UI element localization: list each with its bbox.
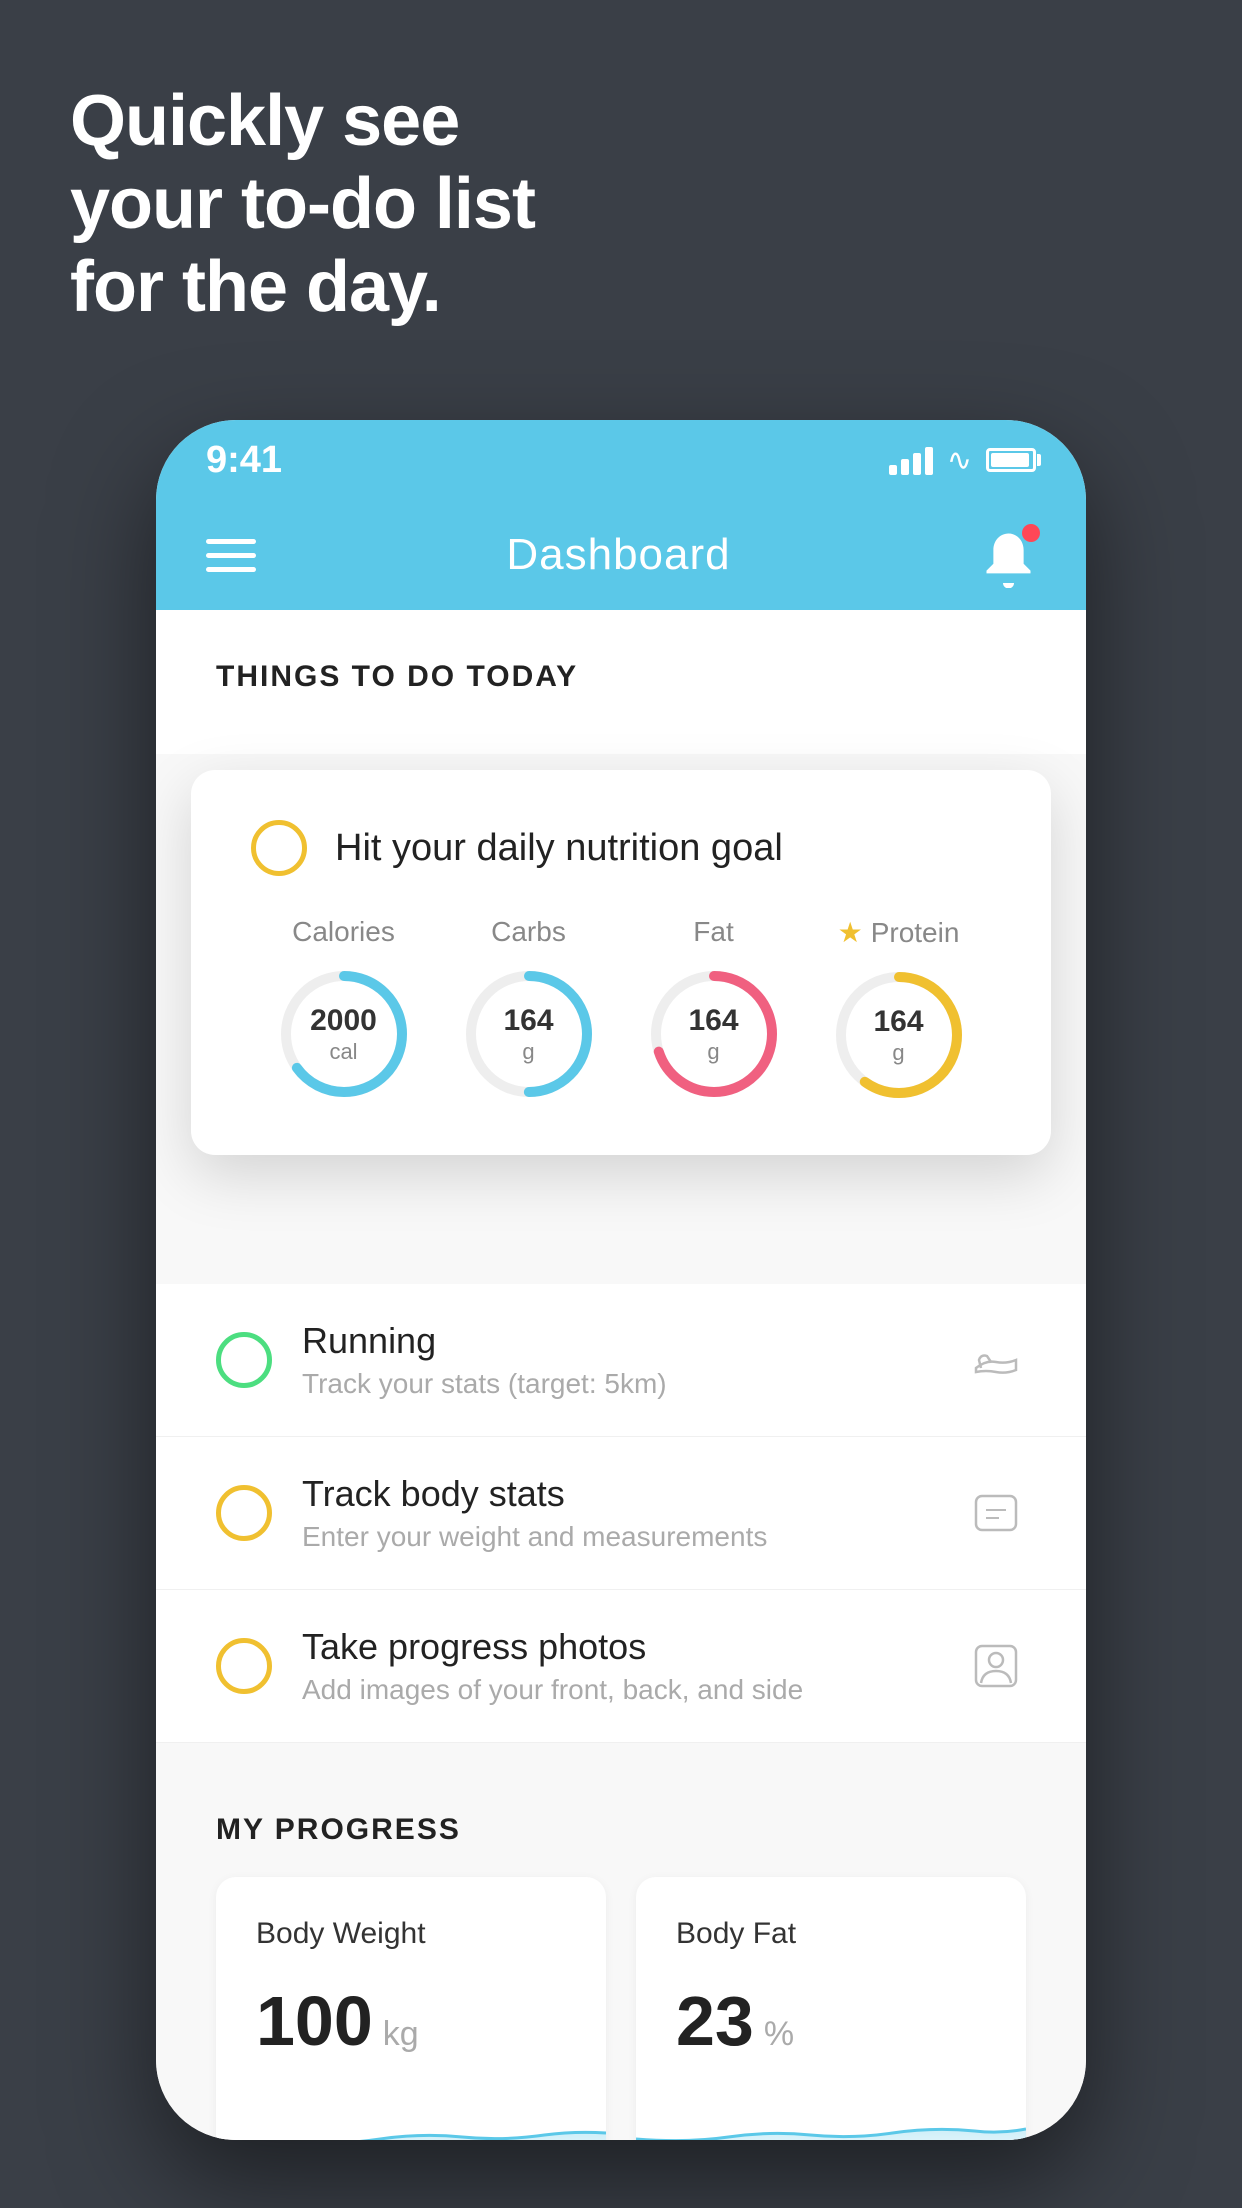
photos-content: Take progress photos Add images of your … bbox=[302, 1626, 936, 1706]
body-fat-card: Body Fat 23 % bbox=[636, 1877, 1026, 2140]
track-body-subtitle: Enter your weight and measurements bbox=[302, 1521, 936, 1553]
status-time: 9:41 bbox=[206, 439, 282, 482]
calories-label: Calories bbox=[292, 916, 395, 948]
body-weight-value-row: 100 kg bbox=[256, 1981, 566, 2061]
signal-bar-2 bbox=[901, 459, 909, 475]
track-body-title: Track body stats bbox=[302, 1473, 936, 1515]
hamburger-line-1 bbox=[206, 539, 256, 544]
running-subtitle: Track your stats (target: 5km) bbox=[302, 1368, 936, 1400]
scale-icon bbox=[966, 1483, 1026, 1543]
nutrition-radio[interactable] bbox=[251, 820, 307, 876]
carbs-chart: 164 g bbox=[459, 964, 599, 1104]
things-to-do-section: THINGS TO DO TODAY bbox=[156, 610, 1086, 754]
hamburger-line-3 bbox=[206, 567, 256, 572]
running-title: Running bbox=[302, 1320, 936, 1362]
nutrition-protein: ★ Protein 164 g bbox=[829, 916, 969, 1105]
hero-text: Quickly see your to-do list for the day. bbox=[70, 80, 535, 328]
signal-bar-1 bbox=[889, 465, 897, 475]
hamburger-menu-button[interactable] bbox=[206, 539, 256, 572]
wifi-icon: ∿ bbox=[947, 443, 972, 478]
fat-value-label: 164 g bbox=[688, 1003, 738, 1065]
track-body-content: Track body stats Enter your weight and m… bbox=[302, 1473, 936, 1553]
body-fat-chart bbox=[636, 2091, 1026, 2140]
battery-fill bbox=[991, 453, 1029, 467]
body-fat-value-row: 23 % bbox=[676, 1981, 986, 2061]
body-weight-value: 100 bbox=[256, 1981, 373, 2061]
body-weight-card: Body Weight 100 kg bbox=[216, 1877, 606, 2140]
progress-section-title: MY PROGRESS bbox=[216, 1813, 1026, 1847]
main-content: THINGS TO DO TODAY Hit your daily nutrit… bbox=[156, 610, 1086, 2140]
status-bar: 9:41 ∿ bbox=[156, 420, 1086, 500]
body-weight-unit: kg bbox=[383, 2015, 419, 2054]
protein-chart: 164 g bbox=[829, 965, 969, 1105]
carbs-value-label: 164 g bbox=[503, 1003, 553, 1065]
photos-radio[interactable] bbox=[216, 1638, 272, 1694]
star-icon: ★ bbox=[838, 916, 863, 949]
notification-bell-button[interactable] bbox=[981, 528, 1036, 583]
nutrition-fat: Fat 164 g bbox=[644, 916, 784, 1104]
body-fat-unit: % bbox=[764, 2015, 794, 2054]
progress-section: MY PROGRESS Body Weight 100 kg bbox=[156, 1763, 1086, 2140]
phone-wrapper: 9:41 ∿ Dashboard bbox=[156, 420, 1086, 2140]
battery-icon bbox=[986, 448, 1036, 472]
calories-value-label: 2000 cal bbox=[310, 1003, 377, 1065]
progress-cards: Body Weight 100 kg bbox=[216, 1877, 1026, 2140]
nutrition-calories: Calories 2000 cal bbox=[274, 916, 414, 1104]
running-content: Running Track your stats (target: 5km) bbox=[302, 1320, 936, 1400]
fat-chart: 164 g bbox=[644, 964, 784, 1104]
running-shoe-icon bbox=[966, 1330, 1026, 1390]
todo-item-photos[interactable]: Take progress photos Add images of your … bbox=[156, 1590, 1086, 1743]
status-icons: ∿ bbox=[889, 443, 1036, 478]
signal-bars-icon bbox=[889, 445, 933, 475]
photos-subtitle: Add images of your front, back, and side bbox=[302, 1674, 936, 1706]
person-icon bbox=[966, 1636, 1026, 1696]
signal-bar-3 bbox=[913, 453, 921, 475]
todo-item-running[interactable]: Running Track your stats (target: 5km) bbox=[156, 1284, 1086, 1437]
fat-label: Fat bbox=[693, 916, 733, 948]
todo-item-track-body[interactable]: Track body stats Enter your weight and m… bbox=[156, 1437, 1086, 1590]
body-weight-title: Body Weight bbox=[256, 1917, 566, 1951]
calories-chart: 2000 cal bbox=[274, 964, 414, 1104]
protein-label: ★ Protein bbox=[838, 916, 960, 949]
body-fat-value: 23 bbox=[676, 1981, 754, 2061]
carbs-label: Carbs bbox=[491, 916, 566, 948]
nutrition-card: Hit your daily nutrition goal Calories bbox=[191, 770, 1051, 1155]
card-header: Hit your daily nutrition goal bbox=[251, 820, 991, 876]
signal-bar-4 bbox=[925, 447, 933, 475]
nutrition-carbs: Carbs 164 g bbox=[459, 916, 599, 1104]
things-section-title: THINGS TO DO TODAY bbox=[216, 660, 1026, 694]
nutrition-row: Calories 2000 cal bbox=[251, 916, 991, 1105]
protein-value-label: 164 g bbox=[873, 1004, 923, 1066]
track-body-radio[interactable] bbox=[216, 1485, 272, 1541]
todo-list: Running Track your stats (target: 5km) bbox=[156, 1284, 1086, 1743]
body-weight-chart bbox=[216, 2091, 606, 2140]
phone: 9:41 ∿ Dashboard bbox=[156, 420, 1086, 2140]
header-title: Dashboard bbox=[506, 530, 730, 580]
notification-dot bbox=[1022, 524, 1040, 542]
photos-title: Take progress photos bbox=[302, 1626, 936, 1668]
nutrition-card-title: Hit your daily nutrition goal bbox=[335, 827, 783, 870]
hamburger-line-2 bbox=[206, 553, 256, 558]
running-radio[interactable] bbox=[216, 1332, 272, 1388]
app-header: Dashboard bbox=[156, 500, 1086, 610]
body-fat-title: Body Fat bbox=[676, 1917, 986, 1951]
